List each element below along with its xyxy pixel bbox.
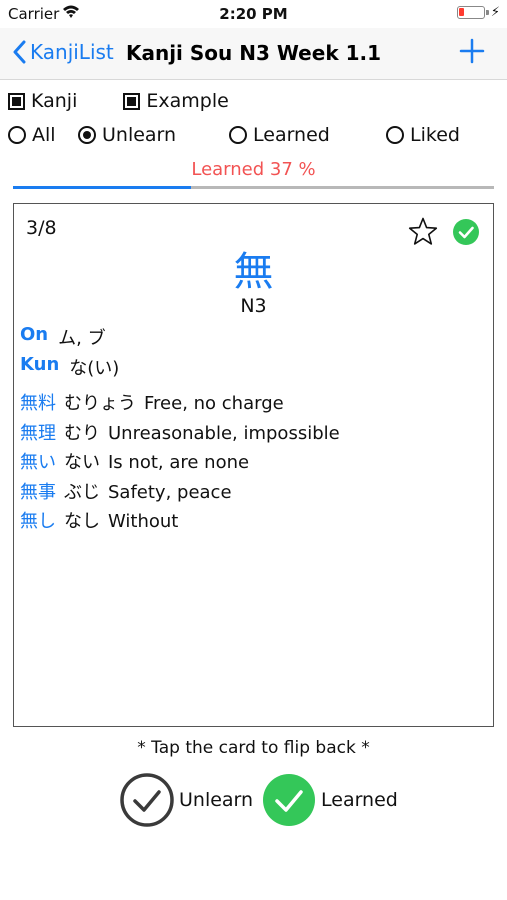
add-button[interactable]: [457, 36, 487, 66]
example-meaning: Free, no charge: [144, 393, 284, 414]
toggle-kanji[interactable]: Kanji: [8, 90, 77, 112]
on-label: On: [20, 324, 49, 345]
progress-bar: [13, 186, 494, 189]
filter-unlearn-label: Unlearn: [102, 124, 177, 146]
battery-icon: [457, 6, 489, 19]
unlearn-button[interactable]: Unlearn: [119, 772, 253, 828]
jlpt-level: N3: [240, 295, 267, 317]
unlearn-check-icon: [120, 773, 174, 827]
progress-fill: [13, 186, 191, 189]
filter-all[interactable]: All: [8, 124, 56, 146]
toggle-example-label: Example: [146, 90, 229, 112]
back-button-label: KanjiList: [30, 40, 114, 64]
nav-bar: KanjiList Kanji Sou N3 Week 1.1: [0, 28, 507, 80]
toggle-example[interactable]: Example: [123, 90, 229, 112]
list-item: 無し なし Without: [20, 507, 490, 537]
learned-button-label: Learned: [321, 789, 398, 811]
checkbox-checked-icon[interactable]: [123, 92, 141, 110]
card-counter: 3/8: [26, 217, 57, 239]
chevron-left-icon: [13, 40, 26, 64]
kun-reading-row: Kun な(い): [20, 354, 119, 380]
radio-selected-icon[interactable]: [78, 126, 96, 144]
example-word: 無料: [20, 393, 56, 414]
unlearn-button-label: Unlearn: [179, 789, 254, 811]
status-bar: Carrier 2:20 PM ⚡: [0, 0, 507, 28]
example-word: 無い: [20, 452, 56, 474]
example-list: 無料 むりょう Free, no charge 無理 むり Unreasonable, …: [20, 389, 490, 537]
example-reading: ぶじ: [64, 481, 100, 503]
radio-icon[interactable]: [229, 126, 247, 144]
example-word: 無事: [20, 481, 56, 503]
example-word: 無し: [20, 511, 56, 533]
filter-all-label: All: [32, 124, 56, 146]
learned-button[interactable]: Learned: [261, 772, 398, 828]
kun-reading: な(い): [69, 358, 120, 379]
kanji-character: 無: [233, 249, 274, 295]
charging-icon: ⚡: [490, 5, 500, 20]
back-button[interactable]: KanjiList: [12, 40, 114, 64]
list-item: 無理 むり Unreasonable, impossible: [20, 419, 490, 449]
list-item: 無事 ぶじ Safety, peace: [20, 478, 490, 508]
filter-learned[interactable]: Learned: [229, 124, 330, 146]
example-word: 無理: [20, 422, 56, 444]
example-meaning: Without: [108, 511, 179, 533]
status-time: 2:20 PM: [219, 5, 288, 23]
filter-liked[interactable]: Liked: [386, 124, 460, 146]
list-item: 無い ない Is not, are none: [20, 448, 490, 478]
on-reading: ム, ブ: [58, 328, 106, 349]
toggle-kanji-label: Kanji: [31, 90, 78, 112]
kun-label: Kun: [20, 354, 60, 375]
learned-check-icon: [263, 774, 315, 826]
filter-learned-label: Learned: [253, 124, 330, 146]
on-reading-row: On ム, ブ: [20, 324, 106, 350]
example-meaning: Safety, peace: [108, 481, 232, 503]
example-reading: むりょう: [64, 393, 136, 414]
flip-hint: * Tap the card to flip back *: [137, 738, 370, 758]
example-reading: ない: [64, 452, 100, 474]
list-item: 無料 むりょう Free, no charge: [20, 389, 490, 419]
example-meaning: Unreasonable, impossible: [108, 422, 340, 444]
filter-liked-label: Liked: [410, 124, 460, 146]
checkbox-checked-icon[interactable]: [8, 92, 25, 110]
filter-radio-group: All Unlearn Learned Liked: [8, 124, 498, 148]
filter-unlearn[interactable]: Unlearn: [78, 124, 176, 146]
display-toggles: Kanji Example: [8, 90, 275, 112]
radio-icon[interactable]: [8, 126, 26, 144]
example-meaning: Is not, are none: [108, 452, 250, 474]
radio-icon[interactable]: [386, 126, 404, 144]
kanji-card[interactable]: 3/8 無 N3 On ム, ブ Kun な(い) 無料 むりょう Free, no…: [13, 203, 494, 727]
progress-label: Learned 37 %: [191, 159, 316, 180]
example-reading: なし: [64, 511, 100, 533]
example-reading: むり: [64, 422, 100, 444]
